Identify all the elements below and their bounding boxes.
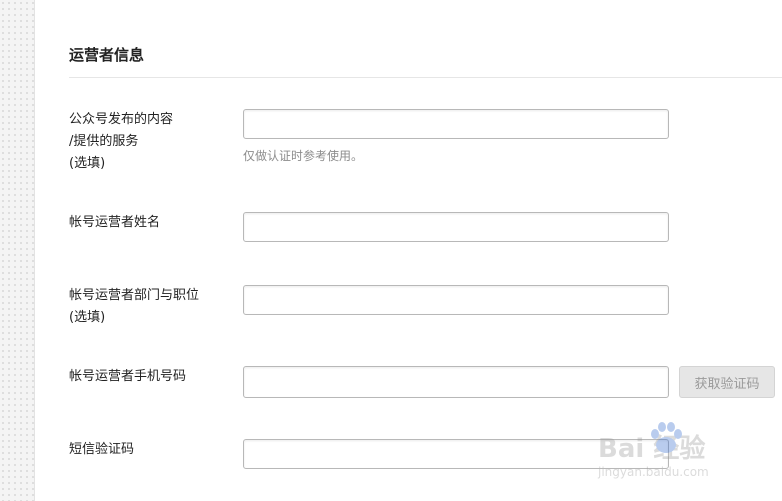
section-title: 运营者信息 — [69, 46, 145, 64]
phone-input[interactable] — [243, 366, 669, 398]
content-input[interactable] — [243, 109, 669, 139]
content-label-line: 公众号发布的内容 — [69, 112, 174, 127]
phone-label: 帐号运营者手机号码 — [69, 366, 186, 388]
get-code-button[interactable]: 获取验证码 — [679, 366, 775, 398]
department-label: 帐号运营者部门与职位 (选填) — [69, 285, 199, 329]
content-label: 公众号发布的内容 /提供的服务 (选填) — [69, 109, 173, 175]
department-input[interactable] — [243, 285, 669, 315]
sms-code-label-line: 短信验证码 — [69, 442, 135, 457]
main-panel: 运营者信息 公众号发布的内容 /提供的服务 (选填) 仅做认证时参考使用。 帐号… — [35, 0, 782, 501]
left-dotted-strip — [0, 0, 35, 501]
watermark-url: jingyan.baidu.com — [598, 465, 709, 479]
name-label: 帐号运营者姓名 — [69, 212, 160, 234]
phone-label-line: 帐号运营者手机号码 — [69, 369, 187, 384]
sms-code-label: 短信验证码 — [69, 439, 134, 461]
name-input[interactable] — [243, 212, 669, 242]
department-label-line: 帐号运营者部门与职位 — [69, 288, 200, 303]
section-divider — [69, 77, 782, 78]
baidu-watermark: Bai 经验 jingyan.baidu.com — [598, 418, 782, 498]
content-label-line: /提供的服务 — [69, 134, 139, 149]
baidu-paw-icon — [651, 422, 682, 453]
department-label-line: (选填) — [69, 310, 106, 325]
content-hint: 仅做认证时参考使用。 — [243, 149, 364, 163]
name-label-line: 帐号运营者姓名 — [69, 215, 161, 230]
content-label-line: (选填) — [69, 156, 106, 171]
